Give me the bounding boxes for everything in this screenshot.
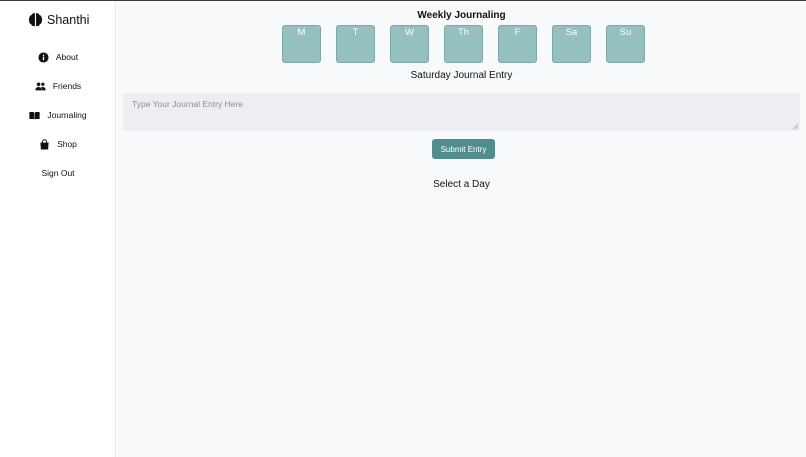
sidebar-item-label: Friends xyxy=(52,81,82,91)
page-title: Weekly Journaling xyxy=(417,10,506,21)
day-button-monday[interactable]: M xyxy=(282,25,321,63)
day-button-thursday[interactable]: Th xyxy=(444,25,483,63)
select-day-message: Select a Day xyxy=(433,179,490,190)
sidebar-item-label: Sign Out xyxy=(41,168,75,178)
sidebar: Shanthi About Friends Journaling Shop Si… xyxy=(0,1,116,457)
sidebar-item-label: About xyxy=(55,52,79,62)
day-button-sunday[interactable]: Su xyxy=(606,25,645,63)
info-icon xyxy=(38,51,49,63)
sidebar-item-shop[interactable]: Shop xyxy=(0,134,116,154)
day-button-tuesday[interactable]: T xyxy=(336,25,375,63)
sidebar-item-label: Shop xyxy=(57,139,77,149)
day-selector: M T W Th F Sa Su xyxy=(282,25,652,65)
sidebar-item-journaling[interactable]: Journaling xyxy=(0,105,116,125)
main-content: Weekly Journaling M T W Th F Sa Su Satur… xyxy=(117,1,806,457)
day-button-friday[interactable]: F xyxy=(498,25,537,63)
sidebar-item-sign-out[interactable]: Sign Out xyxy=(0,163,116,183)
sidebar-item-label: Journaling xyxy=(47,110,87,120)
day-button-saturday[interactable]: Sa xyxy=(552,25,591,63)
users-icon xyxy=(35,81,46,92)
sidebar-item-friends[interactable]: Friends xyxy=(0,76,116,96)
day-button-wednesday[interactable]: W xyxy=(390,25,429,63)
journal-entry-input[interactable] xyxy=(123,93,800,131)
shopping-bag-icon xyxy=(39,138,50,150)
book-icon xyxy=(29,110,40,121)
resize-handle-icon[interactable] xyxy=(792,123,799,130)
entry-heading: Saturday Journal Entry xyxy=(410,70,513,81)
sidebar-item-about[interactable]: About xyxy=(0,47,116,67)
brain-logo-icon xyxy=(28,13,43,27)
app-name: Shanthi xyxy=(47,12,90,27)
submit-entry-button[interactable]: Submit Entry xyxy=(432,139,495,159)
brand[interactable]: Shanthi xyxy=(28,12,89,27)
